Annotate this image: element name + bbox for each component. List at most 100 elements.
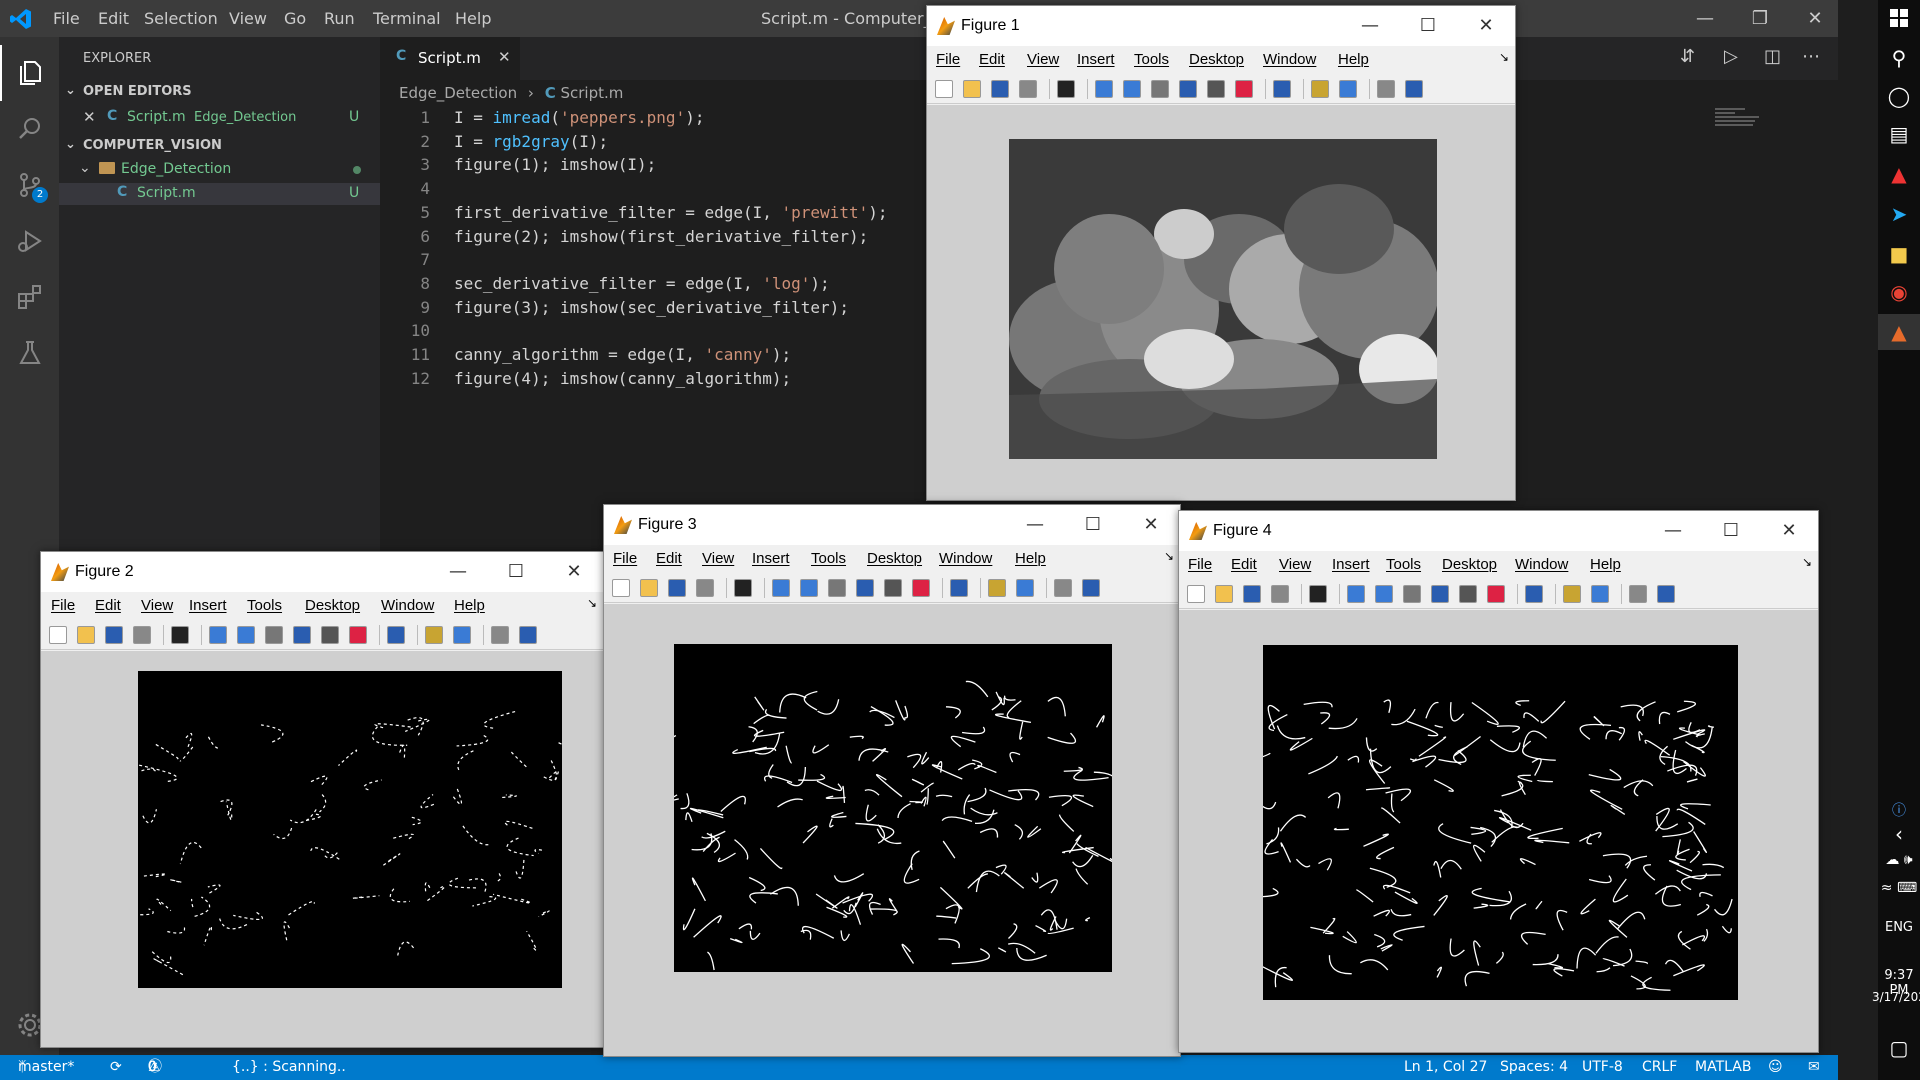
- notifications-bell-icon[interactable]: ✉: [1808, 1055, 1820, 1080]
- figure-menu-help[interactable]: Help: [454, 597, 485, 614]
- clock-date[interactable]: 3/17/2020: [1872, 990, 1920, 1004]
- menu-edit[interactable]: Edit: [98, 0, 129, 37]
- minimize-button[interactable]: —: [429, 552, 487, 592]
- close-button[interactable]: ✕: [1457, 6, 1515, 46]
- language-mode[interactable]: MATLAB: [1695, 1055, 1751, 1080]
- figure-canvas[interactable]: [1179, 610, 1818, 1052]
- matlab-figure-1[interactable]: Figure 1 — ☐ ✕ File Edit View Insert Tools Deskto…: [926, 5, 1516, 501]
- toolbar-icon[interactable]: [293, 626, 311, 644]
- figure-menu-insert[interactable]: Insert: [1077, 51, 1115, 68]
- figure-menu-edit[interactable]: Edit: [656, 550, 682, 567]
- toolbar-icon[interactable]: [772, 579, 790, 597]
- line-ending[interactable]: CRLF: [1642, 1055, 1677, 1080]
- project-section[interactable]: ⌄ COMPUTER_VISION: [59, 135, 380, 157]
- toolbar-icon[interactable]: [321, 626, 339, 644]
- figure-menu-file[interactable]: File: [1188, 556, 1212, 573]
- close-button[interactable]: ✕: [1760, 511, 1818, 551]
- figure-canvas[interactable]: [927, 105, 1515, 500]
- toolbar-icon[interactable]: [668, 579, 686, 597]
- chevron-up-icon[interactable]: ‹: [1878, 822, 1920, 846]
- toolbar-icon[interactable]: [1347, 585, 1365, 603]
- onedrive-cloud-icon[interactable]: ☁ 🕪: [1878, 852, 1920, 868]
- toolbar-icon[interactable]: [950, 579, 968, 597]
- matlab-figure-4[interactable]: Figure 4 — ☐ ✕ File Edit View Insert Tools Deskto…: [1178, 510, 1819, 1053]
- image-axes[interactable]: [674, 644, 1112, 972]
- toolbar-icon[interactable]: [1016, 579, 1034, 597]
- toolbar-icon[interactable]: [1431, 585, 1449, 603]
- code-line[interactable]: 12 figure(4); imshow(canny_algorithm);: [390, 369, 791, 391]
- toolbar-icon[interactable]: [1339, 80, 1357, 98]
- figure-canvas[interactable]: [41, 651, 603, 1047]
- toolbar-icon[interactable]: [1082, 579, 1100, 597]
- matlab-figure-2[interactable]: Figure 2 — ☐ ✕ File Edit View Insert Tools Deskto…: [40, 551, 604, 1048]
- toolbar-icon[interactable]: [1123, 80, 1141, 98]
- toolbar-icon[interactable]: [133, 626, 151, 644]
- menu-run[interactable]: Run: [324, 0, 355, 37]
- more-actions-icon[interactable]: ⋯: [1802, 46, 1820, 67]
- close-tab-icon[interactable]: ✕: [498, 48, 511, 66]
- toolbar-icon[interactable]: [884, 579, 902, 597]
- toolbar-icon[interactable]: [1309, 585, 1327, 603]
- toolbar-icon[interactable]: [988, 579, 1006, 597]
- toolbar-icon[interactable]: [425, 626, 443, 644]
- figure-menu-insert[interactable]: Insert: [1332, 556, 1370, 573]
- toolbar-icon[interactable]: [171, 626, 189, 644]
- toolbar-icon[interactable]: [612, 579, 630, 597]
- toolbar-icon[interactable]: [856, 579, 874, 597]
- open-editor-item[interactable]: ✕ C Script.m Edge_Detection U: [59, 107, 380, 129]
- folder-item-edge-detection[interactable]: ⌄ Edge_Detection: [59, 159, 380, 181]
- minimize-button[interactable]: —: [1341, 6, 1399, 46]
- toolbar-icon[interactable]: [105, 626, 123, 644]
- file-item-script[interactable]: C Script.m U: [59, 183, 380, 205]
- network-wifi-icon[interactable]: ≈ ⌨: [1878, 880, 1920, 896]
- figure-menu-window[interactable]: Window: [381, 597, 434, 614]
- toolbar-icon[interactable]: [1525, 585, 1543, 603]
- maximize-button[interactable]: ☐: [1702, 511, 1760, 551]
- task-view-icon[interactable]: ▤: [1878, 122, 1920, 146]
- file-explorer-icon[interactable]: ■: [1878, 242, 1920, 266]
- code-line[interactable]: 11 canny_algorithm = edge(I, 'canny');: [390, 345, 791, 367]
- figure-menu-file[interactable]: File: [51, 597, 75, 614]
- indentation[interactable]: Spaces: 4: [1500, 1055, 1568, 1080]
- minimap[interactable]: [1715, 108, 1763, 136]
- code-line[interactable]: 5 first_derivative_filter = edge(I, 'prew…: [390, 203, 887, 225]
- toolbar-icon[interactable]: [1405, 80, 1423, 98]
- image-axes[interactable]: [1263, 645, 1738, 1000]
- close-editor-icon[interactable]: ✕: [83, 108, 96, 126]
- figure-menu-window[interactable]: Window: [1263, 51, 1316, 68]
- toolbar-icon[interactable]: [1487, 585, 1505, 603]
- minimize-button[interactable]: —: [1006, 505, 1064, 545]
- dock-arrow-icon[interactable]: ↘: [587, 596, 597, 610]
- menu-view[interactable]: View: [229, 0, 267, 37]
- split-editor-icon[interactable]: ◫: [1764, 46, 1781, 67]
- toolbar-icon[interactable]: [734, 579, 752, 597]
- figure-menu-window[interactable]: Window: [1515, 556, 1568, 573]
- search-icon[interactable]: ⚲: [1878, 46, 1920, 70]
- code-line[interactable]: 7: [390, 250, 454, 272]
- figure-menu-help[interactable]: Help: [1015, 550, 1046, 567]
- figure-menu-edit[interactable]: Edit: [1231, 556, 1257, 573]
- maximize-button[interactable]: ☐: [487, 552, 545, 592]
- code-line[interactable]: 4: [390, 179, 454, 201]
- toolbar-icon[interactable]: [1057, 80, 1075, 98]
- toolbar-icon[interactable]: [1629, 585, 1647, 603]
- toolbar-icon[interactable]: [209, 626, 227, 644]
- figure-menu-help[interactable]: Help: [1590, 556, 1621, 573]
- cursor-position[interactable]: Ln 1, Col 27: [1404, 1055, 1487, 1080]
- breadcrumb-file[interactable]: Script.m: [560, 84, 623, 102]
- search-icon[interactable]: [0, 101, 59, 157]
- windows-start-icon[interactable]: [1878, 8, 1920, 32]
- toolbar-icon[interactable]: [1311, 80, 1329, 98]
- toolbar-icon[interactable]: [640, 579, 658, 597]
- action-center-icon[interactable]: ▢: [1878, 1036, 1920, 1060]
- tab-script[interactable]: C Script.m ✕: [380, 37, 520, 80]
- toolbar-icon[interactable]: [1375, 585, 1393, 603]
- figure-title-bar[interactable]: Figure 4 — ☐ ✕: [1179, 511, 1818, 551]
- figure-menu-insert[interactable]: Insert: [752, 550, 790, 567]
- toolbar-icon[interactable]: [1459, 585, 1477, 603]
- menu-help[interactable]: Help: [455, 0, 491, 37]
- figure-menu-tools[interactable]: Tools: [1134, 51, 1169, 68]
- toolbar-icon[interactable]: [491, 626, 509, 644]
- toolbar-icon[interactable]: [1095, 80, 1113, 98]
- toolbar-icon[interactable]: [1179, 80, 1197, 98]
